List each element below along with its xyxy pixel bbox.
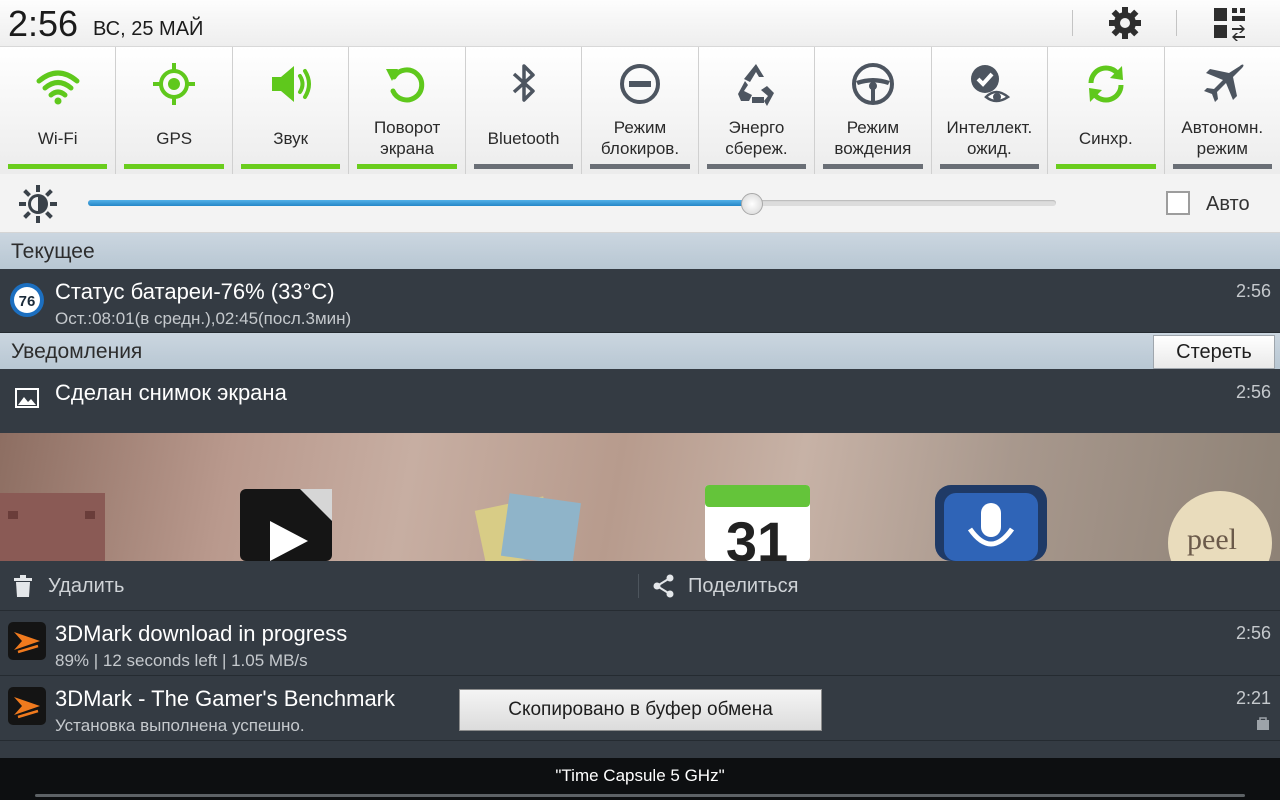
- notification-time: 2:56: [1235, 623, 1271, 643]
- trash-icon[interactable]: [13, 575, 33, 597]
- screenshot-preview[interactable]: 31 peel: [0, 433, 1280, 561]
- quick-toggles: Wi-Fi GPS Звук Поворот экрана Bluetooth …: [0, 46, 1280, 175]
- 3dmark-icon: [8, 622, 46, 660]
- eye-icon: [971, 65, 1011, 103]
- steering-wheel-icon: [851, 63, 894, 105]
- section-title: Текущее: [11, 240, 95, 263]
- recycle-icon: [738, 64, 775, 106]
- brightness-slider-thumb[interactable]: [741, 193, 764, 215]
- toggle-sound[interactable]: Звук: [232, 47, 350, 174]
- sync-icon: [1088, 65, 1124, 103]
- section-header-notifications: Уведомления Стереть: [0, 333, 1280, 369]
- toggle-indicator: [1056, 164, 1156, 169]
- notification-title: Сделан снимок экрана: [55, 380, 287, 405]
- status-date: ВС, 25 МАЙ: [93, 18, 204, 40]
- toggle-label: Поворот экрана: [373, 118, 441, 158]
- status-divider: [1072, 10, 1073, 36]
- notification-title: 3DMark - The Gamer's Benchmark: [55, 686, 396, 711]
- toggle-indicator: [357, 164, 457, 169]
- toggle-label: Режим блокиров.: [600, 118, 680, 158]
- toggle-indicator: [590, 164, 690, 169]
- battery-badge-text: 76: [19, 293, 36, 310]
- toggle-indicator: [823, 164, 923, 169]
- toggle-indicator: [240, 164, 341, 169]
- wifi-icon: [36, 70, 80, 105]
- delete-button[interactable]: Удалить: [48, 575, 124, 598]
- share-icon[interactable]: [652, 574, 676, 598]
- download-notification[interactable]: 3DMark download in progress 89% | 12 sec…: [0, 611, 1280, 676]
- status-divider: [1176, 10, 1177, 36]
- toggle-indicator: [1172, 164, 1272, 169]
- brightness-slider-fill: [88, 200, 752, 206]
- notification-subtitle: Установка выполнена успешно.: [55, 716, 305, 735]
- panel-drag-handle[interactable]: [35, 794, 1245, 797]
- notification-time: 2:56: [1235, 281, 1271, 301]
- toggle-bluetooth[interactable]: Bluetooth: [465, 47, 583, 174]
- toggle-airplane[interactable]: Автономн. режим: [1164, 47, 1280, 174]
- toggle-label: Звук: [273, 128, 309, 148]
- share-button[interactable]: Поделиться: [688, 575, 798, 598]
- toggle-label: Автономн. режим: [1181, 118, 1264, 158]
- toggle-label: Bluetooth: [487, 128, 560, 148]
- toggle-gps[interactable]: GPS: [116, 47, 233, 174]
- toggle-indicator: [124, 164, 224, 169]
- wifi-network-name: "Time Capsule 5 GHz": [555, 766, 725, 785]
- toggle-indicator: [473, 164, 574, 169]
- toggle-power-saving[interactable]: Энерго сбереж.: [698, 47, 816, 174]
- toggle-indicator: [8, 164, 108, 169]
- toggle-wifi[interactable]: Wi-Fi: [0, 47, 117, 174]
- bottom-bar: "Time Capsule 5 GHz": [0, 758, 1280, 800]
- notification-title: 3DMark download in progress: [55, 621, 348, 646]
- notification-subtitle: 89% | 12 seconds left | 1.05 MB/s: [55, 651, 308, 670]
- clipboard-toast: Скопировано в буфер обмена: [459, 689, 822, 731]
- quick-settings-grid-icon[interactable]: [1212, 5, 1248, 41]
- gear-icon[interactable]: [1107, 5, 1143, 41]
- image-icon: [15, 388, 39, 408]
- screenshot-notification[interactable]: Сделан снимок экрана 2:56: [0, 369, 1280, 433]
- section-header-current: Текущее: [0, 233, 1280, 269]
- gps-icon: [153, 63, 196, 105]
- partial-notification[interactable]: [0, 741, 1280, 758]
- toggle-indicator: [939, 164, 1040, 169]
- battery-notification[interactable]: 76 Статус батареи-76% (33°C) Ост.:08:01(…: [0, 269, 1280, 333]
- toggle-sync[interactable]: Синхр.: [1048, 47, 1165, 174]
- toggle-driving-mode[interactable]: Режим вождения: [815, 47, 932, 174]
- toggle-label: Режим вождения: [834, 118, 912, 158]
- svg-text:peel: peel: [1187, 523, 1237, 556]
- notification-time: 2:56: [1235, 382, 1271, 402]
- rotate-icon: [386, 67, 425, 103]
- preview-image: 31 peel: [0, 485, 1272, 561]
- toggle-label: Синхр.: [1078, 128, 1133, 148]
- speaker-icon: [271, 66, 311, 102]
- notification-subtitle: Ост.:08:01(в средн.),02:45(посл.3мин): [55, 309, 352, 328]
- svg-text:31: 31: [726, 510, 788, 561]
- auto-brightness-label: Авто: [1206, 193, 1250, 215]
- brightness-row: Авто: [0, 174, 1280, 233]
- notification-time: 2:21: [1235, 688, 1271, 708]
- toggle-label: Wi-Fi: [37, 128, 78, 148]
- toggle-label: Интеллект. ожид.: [946, 118, 1033, 158]
- bluetooth-icon: [512, 64, 535, 102]
- auto-brightness-checkbox[interactable]: [1166, 191, 1190, 215]
- toggle-label: GPS: [156, 128, 193, 148]
- brightness-slider[interactable]: [88, 193, 1056, 215]
- screenshot-actions-bar: Удалить Поделиться: [0, 561, 1280, 611]
- airplane-icon: [1204, 64, 1244, 102]
- toggle-indicator: [706, 164, 807, 169]
- toggle-block-mode[interactable]: Режим блокиров.: [582, 47, 699, 174]
- toggle-label: Энерго сбереж.: [725, 118, 788, 158]
- clear-button[interactable]: Стереть: [1153, 335, 1275, 369]
- toggle-rotation[interactable]: Поворот экрана: [349, 47, 466, 174]
- actions-divider: [638, 574, 639, 598]
- battery-status-icon: 76: [10, 283, 44, 317]
- brightness-icon: [19, 185, 57, 223]
- status-bar: 2:56 ВС, 25 МАЙ: [0, 0, 1280, 46]
- notification-title: Статус батареи-76% (33°C): [55, 279, 335, 304]
- toggle-smart-stay[interactable]: Интеллект. ожид.: [931, 47, 1049, 174]
- status-clock: 2:56: [8, 3, 79, 44]
- block-icon: [619, 64, 660, 104]
- 3dmark-icon: [8, 687, 46, 725]
- store-bag-icon: [1257, 717, 1269, 730]
- section-title: Уведомления: [11, 340, 143, 363]
